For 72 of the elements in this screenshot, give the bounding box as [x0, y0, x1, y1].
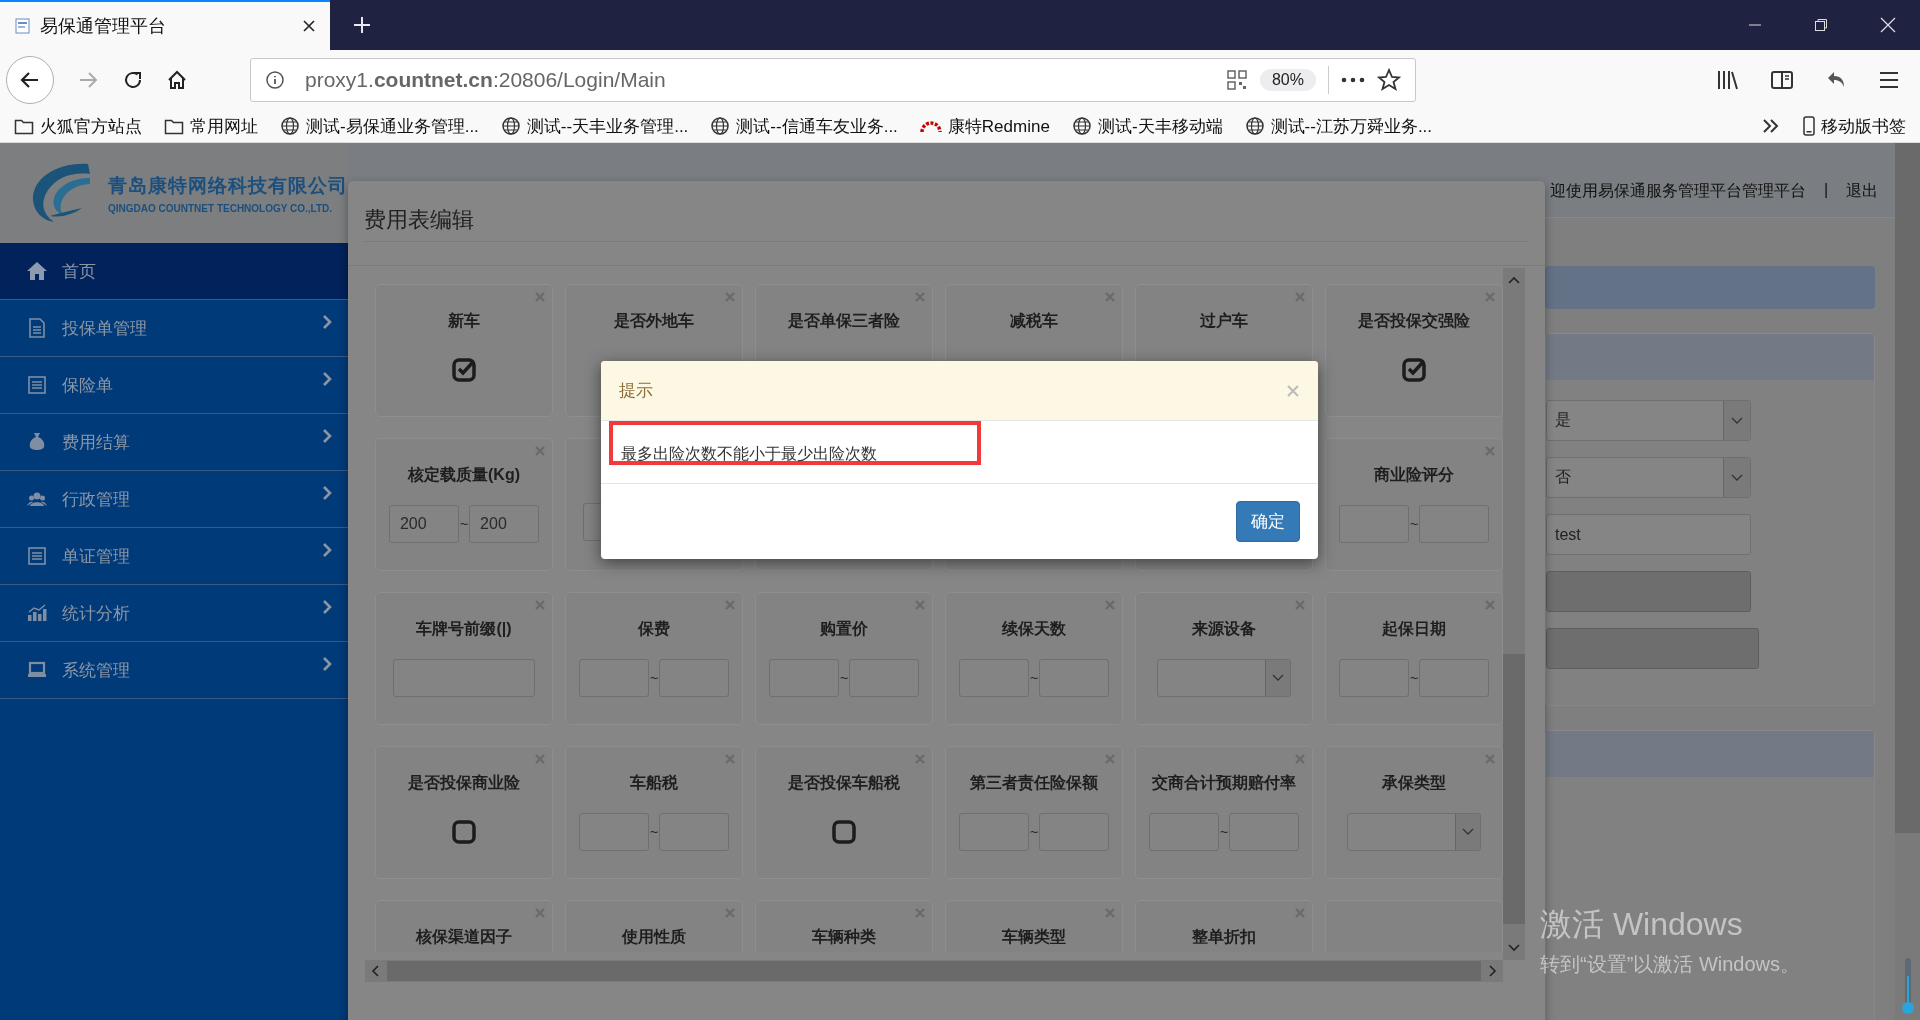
menu-item[interactable]: 统计分析	[0, 585, 348, 642]
tilde: ~	[649, 670, 659, 686]
tilde: ~	[1409, 670, 1419, 686]
company-name: 青岛康特网络科技有限公司	[108, 173, 348, 198]
tilde: ~	[1029, 670, 1039, 686]
company-subtitle: QINGDAO COUNTNET TECHNOLOGY CO.,LTD.	[108, 202, 334, 214]
dialog-title: 提示	[619, 380, 653, 402]
card-title: 核保渠道因子	[416, 927, 512, 947]
card-title: 车牌号前缀(|)	[416, 619, 512, 639]
tilde: ~	[1219, 824, 1229, 840]
zoom-badge[interactable]: 80%	[1259, 69, 1316, 91]
card-title: 是否外地车	[614, 311, 694, 331]
menu-item[interactable]: 单证管理	[0, 528, 348, 585]
menu-item[interactable]: 系统管理	[0, 642, 348, 699]
bookmark[interactable]: 测试--信通车友业务...	[710, 114, 898, 138]
logout-link[interactable]: 退出	[1846, 181, 1879, 202]
card-title: 核定载质量(Kg)	[408, 465, 520, 485]
select-field[interactable]: 是	[1546, 400, 1751, 441]
menu-item[interactable]: 投保单管理	[0, 300, 348, 357]
tilde: ~	[839, 670, 849, 686]
bookmark[interactable]: 测试--江苏万舜业务...	[1244, 114, 1433, 138]
card-title: 来源设备	[1192, 619, 1256, 639]
separator: |	[1824, 181, 1829, 199]
tab-title: 易保通管理平台	[40, 15, 167, 38]
tilde: ~	[459, 516, 469, 532]
tilde: ~	[1029, 824, 1039, 840]
card-title: 商业险评分	[1374, 465, 1454, 485]
menu-item[interactable]: 行政管理	[0, 471, 348, 528]
card-title: 新车	[448, 311, 480, 331]
input-field[interactable]: 200	[469, 505, 540, 543]
card-title: 车辆类型	[1002, 927, 1066, 947]
card-title: 第三者责任险保额	[970, 773, 1098, 794]
menu-item[interactable]: 保险单	[0, 357, 348, 414]
card-title: 续保天数	[1002, 619, 1066, 639]
activation-text: 转到“设置”以激活 Windows。	[1540, 952, 1800, 977]
input-field[interactable]: test	[1546, 514, 1751, 555]
card-title: 是否投保车船税	[788, 773, 900, 793]
tilde: ~	[1409, 516, 1419, 532]
alert-message: 最多出险次数不能小于最少出险次数	[609, 421, 981, 465]
card-title: 交商合计预期赔付率	[1152, 773, 1296, 793]
card-title: 是否投保商业险	[408, 773, 520, 793]
bookmark[interactable]: 测试--天丰业务管理...	[500, 114, 689, 138]
bookmark[interactable]: 常用网址	[164, 114, 258, 138]
card-title: 是否单保三者险	[788, 311, 900, 331]
card-title: 是否投保交强险	[1358, 311, 1470, 331]
menu-item[interactable]: 首页	[0, 243, 348, 300]
input-field[interactable]: 200	[388, 505, 459, 543]
bookmark[interactable]: 康特Redmine	[919, 114, 1050, 138]
card-title: 保费	[638, 619, 670, 639]
confirm-button[interactable]: 确定	[1236, 501, 1300, 542]
card-title: 起保日期	[1382, 619, 1446, 639]
bookmark[interactable]: 测试-易保通业务管理...	[280, 114, 479, 138]
menu-item[interactable]: 费用结算	[0, 414, 348, 471]
card-title: 车辆种类	[812, 927, 876, 947]
card-title: 购置价	[820, 619, 868, 639]
card-title: 整单折扣	[1192, 927, 1256, 947]
welcome-text: 迎使用易保通服务管理平台管理平台	[1550, 181, 1806, 201]
bookmark[interactable]: 测试-天丰移动端	[1071, 114, 1223, 138]
card-title: 减税车	[1010, 311, 1058, 331]
activation-title: 激活 Windows	[1540, 905, 1744, 944]
card-title: 车船税	[630, 773, 678, 793]
bookmark[interactable]: 移动版书签	[1803, 114, 1906, 138]
browser-tab[interactable]: 易保通管理平台	[0, 0, 330, 50]
address-bar[interactable]: proxy1.countnet.cn:20806/Login/Main 80%	[250, 58, 1416, 102]
modal-title: 费用表编辑	[364, 205, 1529, 242]
card-title: 过户车	[1200, 311, 1248, 331]
url-text: proxy1.countnet.cn:20806/Login/Main	[305, 68, 667, 92]
select-field[interactable]: 否	[1546, 457, 1751, 498]
card-title: 承保类型	[1382, 773, 1446, 793]
card-title: 使用性质	[622, 927, 686, 947]
tilde: ~	[649, 824, 659, 840]
bookmark[interactable]: 火狐官方站点	[14, 114, 142, 138]
